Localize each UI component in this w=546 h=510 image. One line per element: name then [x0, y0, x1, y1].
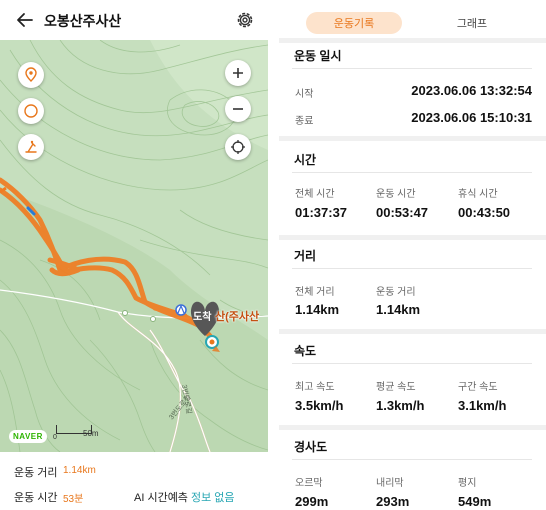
max-speed-value: 3.5km/h	[295, 398, 344, 413]
total-distance-label: 전체 거리	[295, 287, 335, 298]
speed-title: 속도	[294, 344, 317, 358]
avg-speed-value: 1.3km/h	[376, 398, 425, 413]
exercise-distance-value: 1.14km	[376, 302, 421, 317]
uphill-label: 오르막	[295, 478, 323, 489]
distance-title: 거리	[294, 249, 317, 263]
end-label: 종료	[295, 116, 314, 127]
compass-button[interactable]	[18, 98, 44, 124]
total-distance-value: 1.14km	[295, 302, 340, 317]
zoom-in-button[interactable]	[225, 60, 251, 86]
time-value: 53분	[63, 494, 84, 505]
hiking-mode-button[interactable]	[18, 134, 44, 160]
start-marker-icon	[175, 304, 187, 316]
map-pin-icon	[25, 67, 37, 82]
place-label: 산(주사산	[215, 311, 260, 323]
avg-speed-label: 평균 속도	[376, 382, 416, 393]
end-value: 2023.06.06 15:10:31	[411, 110, 532, 125]
exercise-time-value: 00:53:47	[376, 205, 429, 220]
divider-line	[292, 363, 532, 364]
distance-value: 1.14km	[63, 465, 96, 476]
slope-title: 경사도	[294, 440, 328, 454]
downhill-value: 293m	[376, 494, 410, 509]
divider	[268, 0, 279, 510]
minus-icon	[233, 108, 243, 110]
flat-value: 549m	[458, 494, 492, 509]
section-divider	[279, 425, 546, 430]
plus-icon	[233, 68, 243, 78]
total-time-value: 01:37:37	[295, 205, 348, 220]
start-label: 시작	[295, 89, 314, 100]
my-location-button[interactable]	[225, 134, 251, 160]
ai-time-label: AI 시간예측	[134, 492, 188, 504]
downhill-label: 내리막	[376, 478, 404, 489]
divider-line	[292, 172, 532, 173]
uphill-value: 299m	[295, 494, 329, 509]
exercise-time-label: 운동 시간	[376, 189, 416, 200]
datetime-title: 운동 일시	[294, 49, 342, 63]
scale-label: 50m	[83, 429, 99, 438]
divider-line	[292, 459, 532, 460]
page-title: 오봉산주사산	[44, 13, 122, 29]
divider-line	[292, 68, 532, 69]
arrival-label: 도착	[193, 312, 212, 323]
section-divider	[279, 235, 546, 240]
exercise-distance-label: 운동 거리	[376, 287, 416, 298]
ai-time-value: 정보 없음	[191, 492, 235, 504]
max-speed-label: 최고 속도	[295, 382, 335, 393]
record-panel: 운동기록 그래프 운동 일시 시작 2023.06.06 13:32:54 종료…	[279, 0, 546, 510]
summary-bar: 운동 거리 1.14km 운동 시간 53분 AI 시간예측 정보 없음	[0, 452, 268, 510]
divider-line	[292, 268, 532, 269]
rest-time-label: 휴식 시간	[458, 189, 498, 200]
rest-time-value: 00:43:50	[458, 205, 511, 220]
section-divider	[279, 329, 546, 334]
time-label: 운동 시간	[14, 492, 58, 504]
back-arrow-icon[interactable]	[14, 9, 36, 31]
hiker-icon	[25, 140, 37, 153]
start-value: 2023.06.06 13:32:54	[411, 83, 532, 98]
tab-graph[interactable]: 그래프	[446, 12, 498, 34]
gear-icon[interactable]	[234, 9, 256, 31]
section-speed-label: 구간 속도	[458, 382, 498, 393]
section-speed-value: 3.1km/h	[458, 398, 507, 413]
flat-label: 평지	[458, 478, 477, 489]
zoom-out-button[interactable]	[225, 96, 251, 122]
tab-bar: 운동기록 그래프	[279, 0, 546, 38]
total-time-label: 전체 시간	[295, 189, 335, 200]
route-map[interactable]: 3번도로길 3번도로길 도착 산(주사산 NAVER 0 50m	[0, 40, 268, 452]
section-divider	[279, 38, 546, 43]
tab-record[interactable]: 운동기록	[306, 12, 402, 34]
crosshair-icon	[231, 140, 245, 154]
section-divider	[279, 136, 546, 141]
naver-logo: NAVER	[9, 430, 47, 443]
scale-zero: 0	[53, 434, 57, 441]
map-screen: 오봉산주사산 3번도로길 3번도로길 도착 산(주사산 NAVER 0 50m …	[0, 0, 268, 510]
location-button[interactable]	[18, 62, 44, 88]
distance-label: 운동 거리	[14, 467, 58, 479]
compass-icon	[24, 104, 38, 118]
time-title: 시간	[294, 153, 317, 167]
top-bar: 오봉산주사산	[0, 0, 268, 40]
